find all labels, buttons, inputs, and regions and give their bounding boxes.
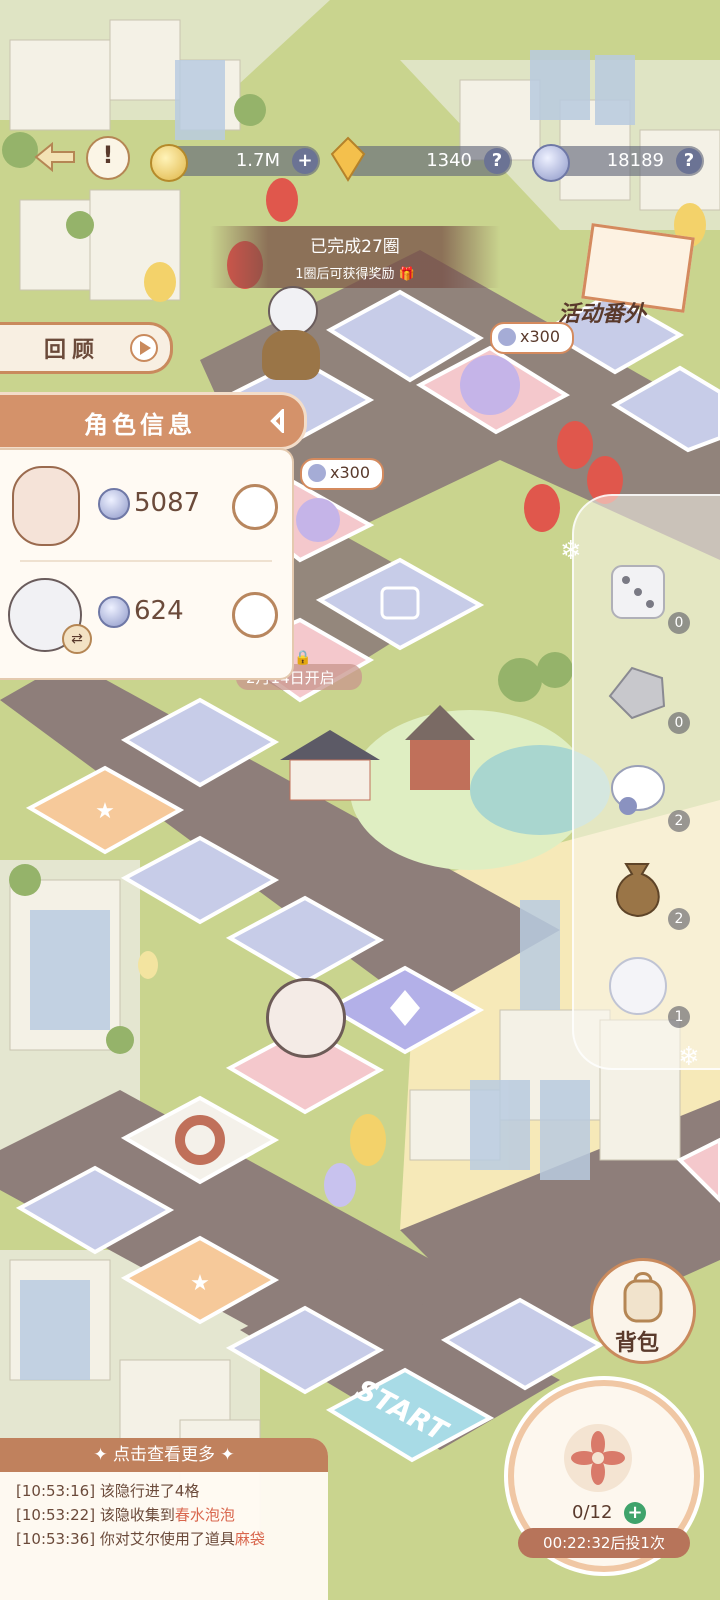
item-count: 0	[668, 712, 690, 734]
character-item-button[interactable]	[232, 592, 278, 638]
back-arrow-icon	[34, 141, 75, 173]
snowflake-icon: ❄	[560, 536, 582, 566]
token-coin-icon	[308, 464, 326, 482]
character-row[interactable]: 5087	[0, 454, 292, 554]
flower-emblem-icon	[564, 1424, 632, 1492]
sparkle-icon: ✦	[220, 1445, 235, 1465]
token-value: 18189	[606, 150, 664, 171]
backpack-icon	[623, 1272, 663, 1323]
item-count: 1	[668, 1006, 690, 1028]
character-head-icon	[266, 978, 346, 1058]
svg-text:★: ★	[95, 799, 115, 824]
character-info-panel: 角色信息 5087 ⇄ 624	[0, 392, 307, 680]
reward-bubble-1: x300	[490, 322, 574, 354]
sparkle-icon: ✦	[93, 1445, 113, 1465]
token-coin-icon	[498, 328, 516, 346]
gold-value: 1.7M	[235, 150, 280, 171]
log-time: [10:53:36]	[16, 1530, 96, 1548]
crystal-icon	[330, 136, 366, 182]
snowball-icon	[609, 957, 667, 1015]
collapse-chevron-icon[interactable]	[266, 409, 290, 433]
log-text: 该隐行进了4格	[99, 1482, 200, 1500]
reward-amount: x300	[330, 463, 371, 482]
notice-button[interactable]: !	[86, 136, 130, 180]
character-row[interactable]: ⇄ 624	[0, 568, 292, 668]
dice-icon	[611, 565, 665, 619]
svg-text:★: ★	[190, 1271, 210, 1296]
add-dice-button[interactable]: +	[624, 1502, 646, 1524]
character-info-header[interactable]: 角色信息	[0, 392, 307, 450]
lap-progress-banner: 已完成27圈 1圈后可获得奖励 🎁	[210, 226, 500, 288]
dice-item[interactable]: 0	[602, 556, 690, 636]
player-token-self	[262, 978, 348, 1058]
backpack-label: 背包	[615, 1331, 660, 1356]
back-button[interactable]	[30, 140, 78, 174]
review-label: 回顾	[44, 338, 101, 363]
view-more-label: 点击查看更多	[113, 1445, 215, 1465]
token-help-button[interactable]: ?	[676, 148, 702, 174]
log-time: [10:53:22]	[16, 1506, 96, 1524]
log-highlight: 春水泡泡	[174, 1506, 235, 1524]
log-entry: [10:53:22] 该隐收集到春水泡泡	[16, 1504, 235, 1525]
log-highlight: 麻袋	[234, 1530, 265, 1548]
item-count: 2	[668, 908, 690, 930]
add-gold-button[interactable]: +	[292, 148, 318, 174]
log-text: 该隐收集到	[99, 1506, 175, 1524]
next-reward-label: 1圈后可获得奖励	[295, 267, 395, 282]
rock-item[interactable]: 0	[602, 656, 690, 736]
stone-icon	[608, 666, 666, 720]
item-count: 2	[668, 810, 690, 832]
character-token-value: 624	[134, 596, 184, 626]
sack-item[interactable]: 2	[602, 852, 690, 932]
log-time: [10:53:16]	[16, 1482, 96, 1500]
character-avatar	[12, 466, 80, 546]
item-panel: ❄ 0 0 2 2 1 ❄	[560, 494, 720, 1072]
player-token-cain	[260, 286, 322, 384]
character-info-title: 角色信息	[84, 411, 196, 439]
snowball-item[interactable]: 1	[602, 950, 690, 1030]
token-coin-icon	[98, 596, 130, 628]
crystal-value: 1340	[426, 150, 472, 171]
character-list: 5087 ⇄ 624	[0, 448, 294, 680]
review-button[interactable]: 回顾	[0, 322, 173, 374]
character-token-value: 5087	[134, 488, 201, 518]
log-entry: [10:53:36] 你对艾尔使用了道具麻袋	[16, 1528, 265, 1549]
sack-icon	[616, 863, 660, 918]
character-head-icon	[268, 286, 318, 336]
event-log[interactable]: ✦ 点击查看更多 ✦ [10:53:16] 该隐行进了4格 [10:53:22]…	[0, 1438, 328, 1600]
event-extra-label: 活动番外	[558, 302, 647, 327]
crystal-help-button[interactable]: ?	[484, 148, 510, 174]
glove-item[interactable]: 2	[602, 754, 690, 834]
reward-amount: x300	[520, 327, 561, 346]
row-divider	[20, 560, 272, 562]
play-icon	[130, 334, 158, 362]
backpack-button[interactable]: 背包	[590, 1258, 696, 1364]
laps-completed-text: 已完成27圈	[310, 237, 400, 257]
exclamation-icon: !	[102, 141, 114, 169]
glove-icon	[611, 765, 665, 815]
gift-icon: 🎁	[398, 267, 415, 282]
dice-count: 0/12	[572, 1502, 613, 1523]
character-item-button[interactable]	[232, 484, 278, 530]
snowflake-icon: ❄	[678, 1042, 700, 1072]
log-header[interactable]: ✦ 点击查看更多 ✦	[0, 1438, 328, 1472]
log-entry: [10:53:16] 该隐行进了4格	[16, 1480, 199, 1501]
next-reward-text: 1圈后可获得奖励 🎁	[210, 263, 500, 282]
dice-refill-timer: 00:22:32后投1次	[518, 1528, 690, 1558]
reward-bubble-2: x300	[300, 458, 384, 490]
gold-coin-icon	[150, 144, 188, 182]
log-text: 你对艾尔使用了道具	[99, 1530, 235, 1548]
token-coin-icon	[98, 488, 130, 520]
sack-icon	[262, 330, 320, 380]
token-coin-icon	[532, 144, 570, 182]
item-count: 0	[668, 612, 690, 634]
event-extra-button[interactable]: 活动番外	[552, 223, 695, 330]
swap-icon[interactable]: ⇄	[62, 624, 92, 654]
